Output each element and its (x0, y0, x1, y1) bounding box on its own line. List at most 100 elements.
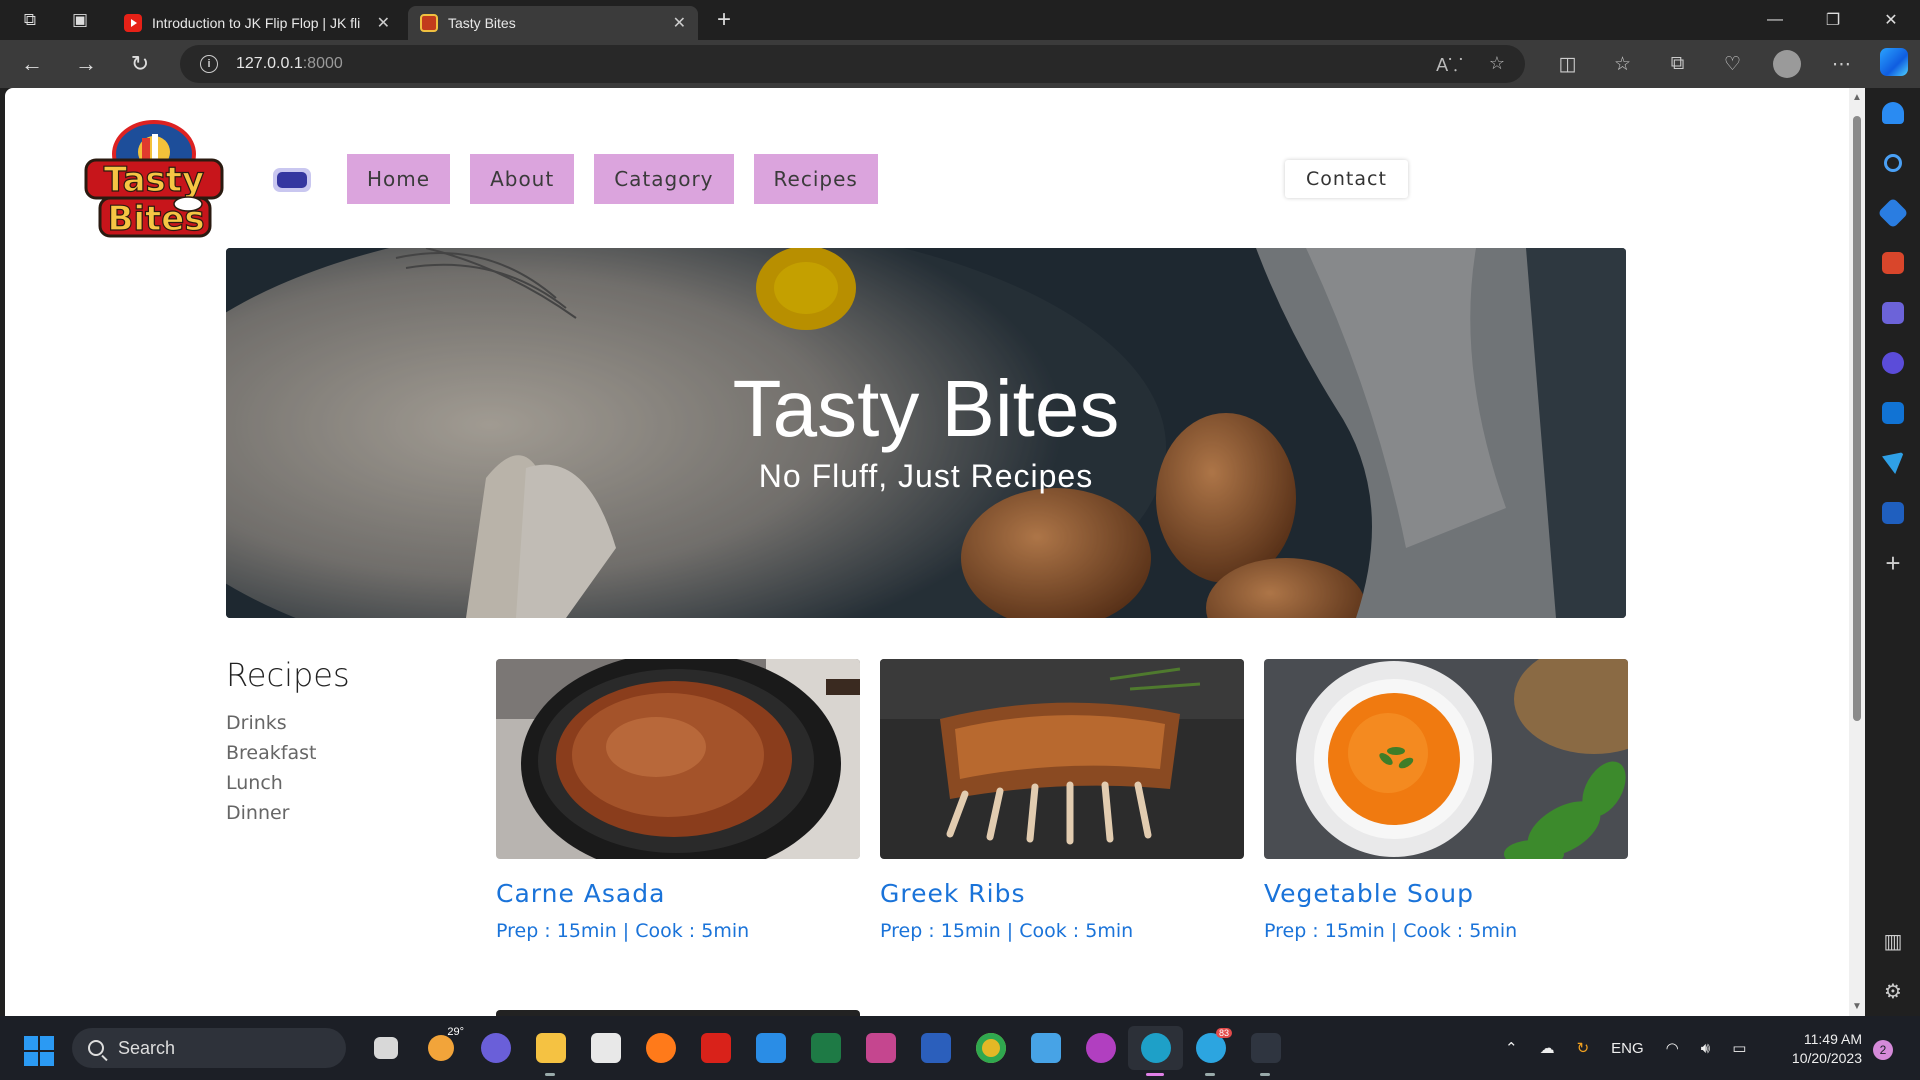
favorites-icon[interactable]: ☆ (1595, 53, 1650, 76)
teams-chat-icon[interactable] (468, 1026, 523, 1070)
system-tray: ⌃ ☁ ↻ ENG ◠ 🔊︎ ▭ (1505, 1028, 1746, 1068)
scroll-up-icon[interactable]: ▲ (1852, 92, 1862, 103)
recipe-meta: Prep : 15min | Cook : 5min (1264, 920, 1518, 942)
new-tab-icon[interactable]: + (708, 6, 740, 34)
sidebar-settings-icon[interactable]: ⚙ (1866, 966, 1920, 1016)
search-icon[interactable] (1866, 138, 1920, 188)
notepad-icon[interactable] (1018, 1026, 1073, 1070)
restore-icon[interactable]: ❐ (1804, 0, 1862, 40)
firefox-icon[interactable] (633, 1026, 688, 1070)
telegram-icon[interactable]: 83 (1183, 1026, 1238, 1076)
outlook-icon[interactable] (1866, 388, 1920, 438)
show-hidden-icons-icon[interactable]: ⌃ (1505, 1039, 1518, 1057)
store-icon[interactable] (578, 1026, 633, 1070)
site-info-icon[interactable]: i (200, 55, 218, 73)
tasty-bites-logo[interactable]: Tasty Bites (80, 114, 228, 242)
sync-icon[interactable]: ↻ (1577, 1039, 1590, 1057)
tab-youtube[interactable]: Introduction to JK Flip Flop | JK fli ✕ (112, 6, 402, 40)
taskbar-search[interactable]: Search (72, 1028, 346, 1068)
copilot-app-icon[interactable] (1866, 338, 1920, 388)
tools-icon[interactable] (1866, 238, 1920, 288)
read-aloud-icon[interactable]: A⸪ (1436, 53, 1463, 77)
language-indicator[interactable]: ENG (1611, 1040, 1644, 1057)
tab-bar: ⧉ ▣ Introduction to JK Flip Flop | JK fl… (0, 0, 1920, 40)
category-lunch[interactable]: Lunch (226, 768, 316, 798)
excel-icon[interactable] (798, 1026, 853, 1070)
search-icon (88, 1040, 104, 1056)
recipe-meta: Prep : 15min | Cook : 5min (496, 920, 750, 942)
windows-taskbar: Search 29° 83 ⌃ ☁ ↻ ENG ◠ 🔊︎ ▭ 11:49 AM … (0, 1016, 1920, 1080)
clock[interactable]: 11:49 AM 10/20/2023 (1780, 1030, 1862, 1068)
volume-icon[interactable]: 🔊︎ (1701, 1040, 1710, 1057)
carne-asada-image[interactable] (496, 659, 860, 859)
back-icon[interactable]: ← (10, 44, 54, 84)
minimize-icon[interactable]: — (1746, 0, 1804, 40)
terminal-icon[interactable] (1238, 1026, 1293, 1076)
workspaces-icon[interactable]: ⧉ (10, 0, 50, 40)
close-tab-icon[interactable]: ✕ (377, 13, 390, 33)
url-host: 127.0.0.1 (236, 55, 303, 72)
scrollbar-thumb[interactable] (1853, 116, 1861, 721)
forward-icon[interactable]: → (64, 44, 108, 84)
notifications-icon[interactable] (1866, 88, 1920, 138)
wps-icon[interactable] (1073, 1026, 1128, 1070)
copilot-icon[interactable] (1880, 48, 1908, 76)
category-dinner[interactable]: Dinner (226, 798, 316, 828)
notification-badge[interactable]: 2 (1873, 1040, 1893, 1060)
greek-ribs-image[interactable] (880, 659, 1244, 859)
weather-temp: 29° (447, 1026, 464, 1038)
profile-avatar[interactable] (1773, 50, 1801, 78)
hero-title: Tasty Bites (732, 364, 1120, 453)
vscode-icon[interactable] (743, 1026, 798, 1070)
tab-actions-icon[interactable]: ▣ (60, 0, 100, 40)
shopping-icon[interactable] (1866, 188, 1920, 238)
chrome-icon[interactable] (963, 1026, 1018, 1070)
page-scrollbar[interactable]: ▲ ▼ (1849, 88, 1865, 1016)
weather-icon[interactable]: 29° (413, 1026, 468, 1070)
browser-essentials-icon[interactable]: ♡ (1705, 53, 1760, 76)
vegetable-soup-image[interactable] (1264, 659, 1628, 859)
nav-category[interactable]: Catagory (594, 154, 734, 204)
add-sidebar-app-icon[interactable]: + (1866, 538, 1920, 588)
scroll-down-icon[interactable]: ▼ (1852, 1001, 1862, 1012)
games-icon[interactable] (1866, 288, 1920, 338)
wifi-icon[interactable]: ◠ (1666, 1039, 1679, 1057)
winrar-icon[interactable] (853, 1026, 908, 1070)
file-explorer-icon[interactable] (523, 1026, 578, 1076)
nav-recipes[interactable]: Recipes (753, 154, 878, 204)
battery-icon[interactable]: ▭ (1732, 1039, 1746, 1057)
nav-home[interactable]: Home (347, 154, 451, 204)
navbar-toggler[interactable] (273, 168, 311, 192)
onedrive-icon[interactable]: ☁ (1540, 1039, 1555, 1057)
telegram-badge: 83 (1215, 1028, 1232, 1038)
clock-time: 11:49 AM (1803, 1031, 1862, 1047)
more-menu-icon[interactable]: ⋯ (1814, 53, 1869, 76)
contact-button[interactable]: Contact (1285, 160, 1408, 198)
acrobat-icon[interactable] (688, 1026, 743, 1070)
collections-icon[interactable]: ⧉ (1650, 53, 1705, 75)
edge-icon[interactable] (1128, 1026, 1183, 1076)
drop-icon[interactable] (1866, 438, 1920, 488)
start-icon[interactable] (24, 1036, 54, 1066)
split-screen-icon[interactable]: ◫ (1540, 53, 1595, 76)
recipe-card-vegetable-soup[interactable]: Vegetable Soup Prep : 15min | Cook : 5mi… (1264, 659, 1628, 942)
nav-about[interactable]: About (470, 154, 575, 204)
category-drinks[interactable]: Drinks (226, 708, 316, 738)
task-view-icon[interactable] (358, 1026, 413, 1070)
close-tab-icon[interactable]: ✕ (673, 13, 686, 33)
close-window-icon[interactable]: ✕ (1862, 0, 1920, 40)
recipe-name[interactable]: Carne Asada (496, 879, 860, 908)
tab-title: Introduction to JK Flip Flop | JK fli (152, 15, 361, 31)
hide-sidebar-icon[interactable]: ▥ (1866, 916, 1920, 966)
url-field[interactable]: i 127.0.0.1:8000 A⸪ ☆ (180, 45, 1525, 83)
recipe-name[interactable]: Vegetable Soup (1264, 879, 1628, 908)
recipe-card-carne-asada[interactable]: Carne Asada Prep : 15min | Cook : 5min (496, 659, 860, 942)
word-icon[interactable] (908, 1026, 963, 1070)
recipe-card-greek-ribs[interactable]: Greek Ribs Prep : 15min | Cook : 5min (880, 659, 1244, 942)
tab-tasty-bites[interactable]: Tasty Bites ✕ (408, 6, 698, 40)
recipe-name[interactable]: Greek Ribs (880, 879, 1244, 908)
refresh-icon[interactable]: ↻ (118, 44, 162, 84)
word-icon[interactable] (1866, 488, 1920, 538)
favorite-star-icon[interactable]: ☆ (1489, 53, 1505, 77)
category-breakfast[interactable]: Breakfast (226, 738, 316, 768)
